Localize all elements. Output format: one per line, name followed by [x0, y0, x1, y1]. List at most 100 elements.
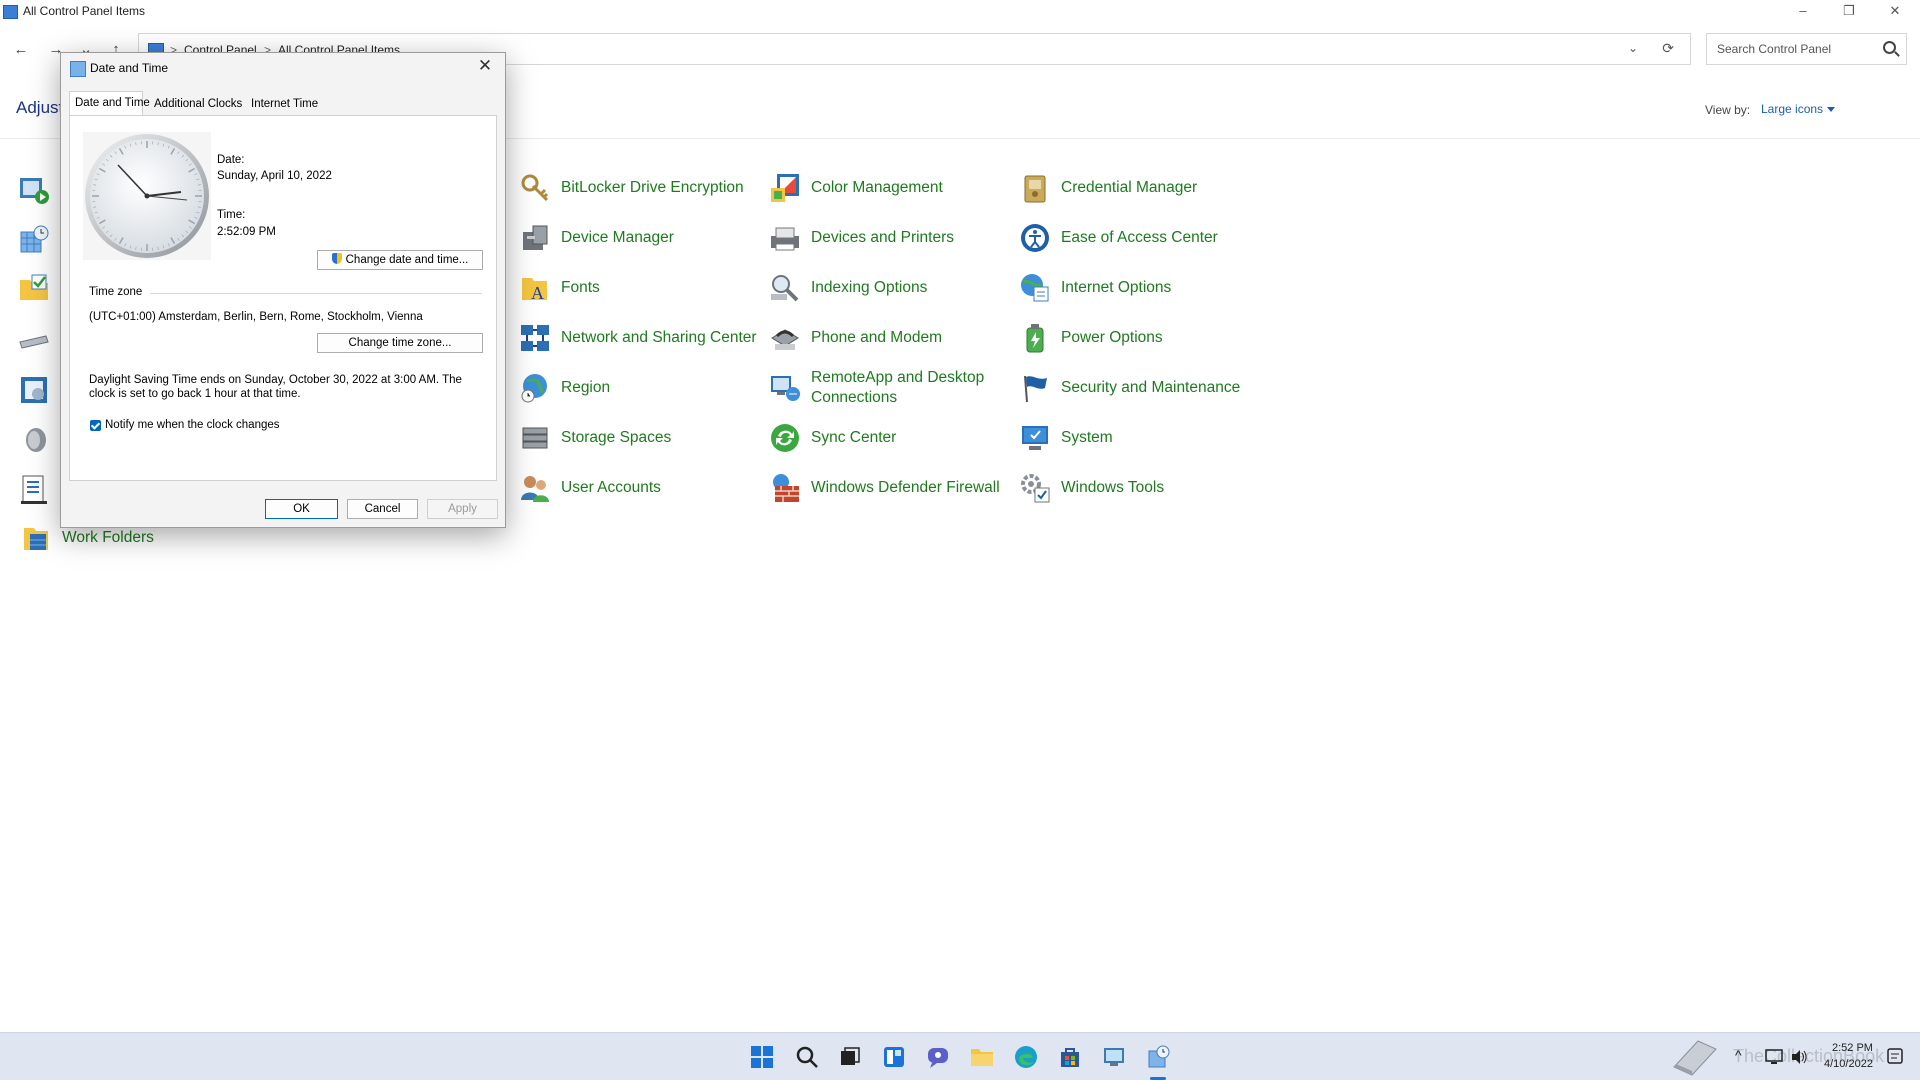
- cp-item-label: Sync Center: [811, 429, 897, 446]
- cp-item-indexing[interactable]: Indexing Options: [769, 266, 1009, 310]
- cp-item-label: Network and Sharing Center: [561, 329, 757, 346]
- tray-caret-icon[interactable]: ^: [1735, 1047, 1742, 1063]
- apply-button[interactable]: Apply: [427, 499, 498, 519]
- control-panel-app-icon: [3, 5, 18, 19]
- cp-item-label: Color Management: [811, 179, 943, 196]
- clock-date[interactable]: 4/10/2022: [1824, 1058, 1873, 1070]
- ok-button[interactable]: OK: [265, 499, 338, 519]
- timezone-label: Time zone: [89, 286, 143, 298]
- refresh-button[interactable]: ⟳: [1662, 40, 1674, 57]
- date-time-icon[interactable]: [1146, 1045, 1170, 1069]
- cp-item-phone-modem[interactable]: Phone and Modem: [769, 316, 1009, 360]
- cp-item-storage-spaces[interactable]: Storage Spaces: [519, 416, 759, 460]
- keyboard-icon[interactable]: [18, 324, 50, 356]
- notify-label[interactable]: Notify me when the clock changes: [105, 419, 280, 431]
- firewall-icon: [773, 474, 799, 502]
- change-date-time-button[interactable]: Change date and time...: [317, 250, 483, 270]
- address-dropdown-button[interactable]: ⌄: [1628, 41, 1638, 55]
- cp-item-label: Devices and Printers: [811, 229, 955, 246]
- display-tray-icon[interactable]: [1765, 1049, 1783, 1065]
- close-button[interactable]: ✕: [1872, 0, 1918, 22]
- uac-shield-icon: [331, 253, 342, 264]
- edge-icon[interactable]: [1014, 1045, 1038, 1069]
- search-icon[interactable]: [1883, 41, 1896, 54]
- color-management-icon: [771, 174, 799, 202]
- start-icon[interactable]: [750, 1045, 774, 1069]
- time-label: Time:: [217, 209, 246, 221]
- back-button[interactable]: ←: [9, 39, 33, 61]
- cp-item-label: Security and Maintenance: [1061, 379, 1241, 396]
- cp-item-label: Power Options: [1061, 329, 1163, 346]
- search-icon[interactable]: [795, 1045, 819, 1069]
- windows-tools-icon: [1021, 474, 1050, 503]
- volume-icon[interactable]: [1790, 1049, 1808, 1065]
- cp-item-windows-tools[interactable]: Windows Tools: [1019, 466, 1259, 510]
- cp-item-fonts[interactable]: A Fonts: [519, 266, 759, 310]
- programs-features-icon[interactable]: [18, 374, 50, 406]
- dst-text-line2: clock is set to go back 1 hour at that t…: [89, 388, 301, 400]
- cp-item-security-maintenance[interactable]: Security and Maintenance: [1019, 366, 1259, 410]
- cp-item-label: Fonts: [561, 279, 600, 296]
- tab-internet-time[interactable]: Internet Time: [246, 93, 323, 115]
- tab-additional-clocks[interactable]: Additional Clocks: [149, 93, 247, 115]
- fonts-icon: A: [522, 278, 547, 303]
- default-programs-icon[interactable]: [18, 272, 50, 304]
- cp-item-label: Ease of Access Center: [1061, 229, 1218, 246]
- cancel-button[interactable]: Cancel: [347, 499, 418, 519]
- tab-panel: Date: Sunday, April 10, 2022 Time: 2:52:…: [69, 115, 497, 481]
- cp-item-label: BitLocker Drive Encryption: [561, 179, 744, 196]
- date-value: Sunday, April 10, 2022: [217, 170, 332, 182]
- cp-item-devices-printers[interactable]: Devices and Printers: [769, 216, 1009, 260]
- sound-icon[interactable]: [18, 424, 50, 456]
- widgets-icon[interactable]: [882, 1045, 906, 1069]
- cp-item-internet-options[interactable]: Internet Options: [1019, 266, 1259, 310]
- phone-modem-icon: [771, 329, 799, 350]
- search-input[interactable]: [1715, 41, 1879, 57]
- chat-icon[interactable]: [926, 1045, 950, 1069]
- dialog-close-button[interactable]: ✕: [473, 56, 497, 76]
- cp-item-user-accounts[interactable]: User Accounts: [519, 466, 759, 510]
- tab-date-and-time[interactable]: Date and Time: [69, 91, 150, 115]
- search-box[interactable]: [1706, 33, 1907, 65]
- notifications-icon[interactable]: [1886, 1047, 1904, 1065]
- store-icon[interactable]: [1058, 1045, 1082, 1069]
- cp-item-label: Windows Defender Firewall: [811, 479, 1000, 496]
- minimize-button[interactable]: –: [1780, 0, 1826, 22]
- restore-button[interactable]: ❐: [1826, 0, 1872, 22]
- cp-item-network-sharing[interactable]: Network and Sharing Center: [519, 316, 759, 360]
- task-view-icon[interactable]: [838, 1045, 862, 1069]
- cp-item-sync-center[interactable]: Sync Center: [769, 416, 1009, 460]
- clock-time[interactable]: 2:52 PM: [1832, 1042, 1873, 1054]
- control-panel-icon[interactable]: [1102, 1045, 1126, 1069]
- cp-item-region[interactable]: Region: [519, 366, 759, 410]
- cp-item-firewall[interactable]: Windows Defender Firewall: [769, 466, 1009, 510]
- cp-item-bitlocker[interactable]: BitLocker Drive Encryption: [519, 166, 759, 210]
- taskbar-navigation-icon[interactable]: [18, 474, 50, 506]
- svg-text:A: A: [531, 283, 544, 303]
- cp-item-ease-of-access[interactable]: Ease of Access Center: [1019, 216, 1259, 260]
- cp-item-label: System: [1061, 429, 1113, 446]
- clock-face-icon: [85, 134, 209, 258]
- window-title: All Control Panel Items: [23, 4, 146, 18]
- cp-item-credential-manager[interactable]: Credential Manager: [1019, 166, 1259, 210]
- time-value: 2:52:09 PM: [217, 226, 276, 238]
- file-explorer-icon[interactable]: [970, 1045, 994, 1069]
- user-accounts-icon: [521, 476, 549, 502]
- window-titlebar: All Control Panel Items – ❐ ✕: [0, 0, 1920, 22]
- cp-item-system[interactable]: System: [1019, 416, 1259, 460]
- chevron-down-icon: [1827, 107, 1836, 113]
- security-flag-icon: [1024, 375, 1047, 403]
- cp-item-device-manager[interactable]: Device Manager: [519, 216, 759, 260]
- book-watermark-icon: [1673, 1040, 1717, 1076]
- date-time-dialog-icon: [70, 61, 86, 77]
- autoplay-icon[interactable]: [18, 174, 50, 206]
- notify-checkbox[interactable]: [90, 420, 101, 431]
- cp-item-color-management[interactable]: Color Management: [769, 166, 1009, 210]
- cp-item-power-options[interactable]: Power Options: [1019, 316, 1259, 360]
- date-time-icon[interactable]: [18, 224, 50, 256]
- cp-item-remoteapp[interactable]: RemoteApp and Desktop Connections: [769, 366, 1009, 410]
- change-timezone-button[interactable]: Change time zone...: [317, 333, 483, 353]
- view-by-dropdown[interactable]: Large icons: [1761, 102, 1836, 116]
- cp-item-label: Credential Manager: [1061, 179, 1198, 196]
- device-manager-icon: [523, 225, 548, 250]
